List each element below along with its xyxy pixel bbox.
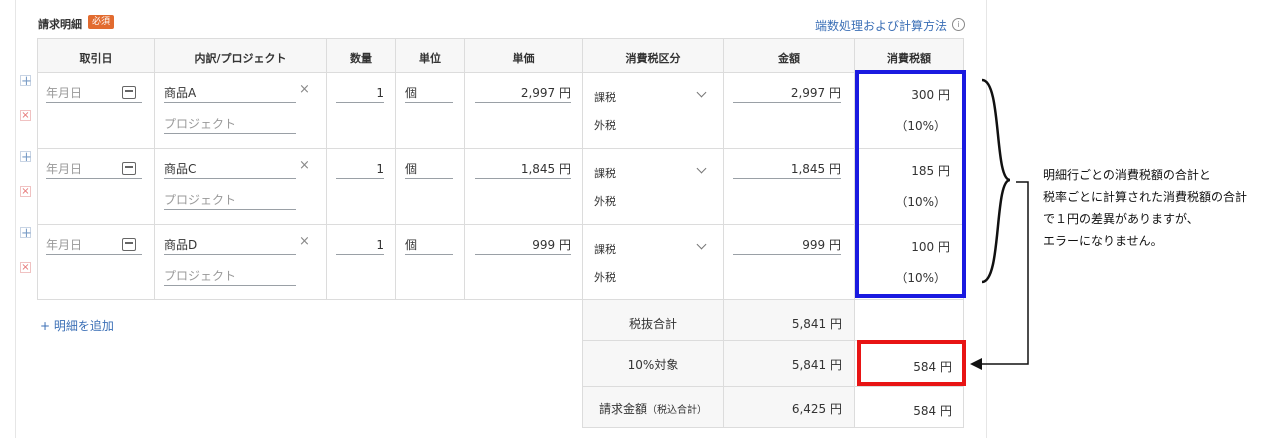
annotation-note-line: 税率ごとに計算された消費税額の合計	[1043, 190, 1248, 204]
annotation-note-line: で１円の差異がありますが、	[1043, 212, 1199, 226]
annotation-note-line: エラーになりません。	[1043, 234, 1163, 248]
annotation-note: 明細行ごとの消費税額の合計と 税率ごとに計算された消費税額の合計 で１円の差異が…	[1043, 164, 1283, 252]
annotation-arrow-line	[980, 181, 1029, 365]
arrow-head-icon	[970, 358, 982, 370]
annotation-brace	[981, 78, 1011, 284]
annotation-note-line: 明細行ごとの消費税額の合計と	[1043, 168, 1211, 182]
